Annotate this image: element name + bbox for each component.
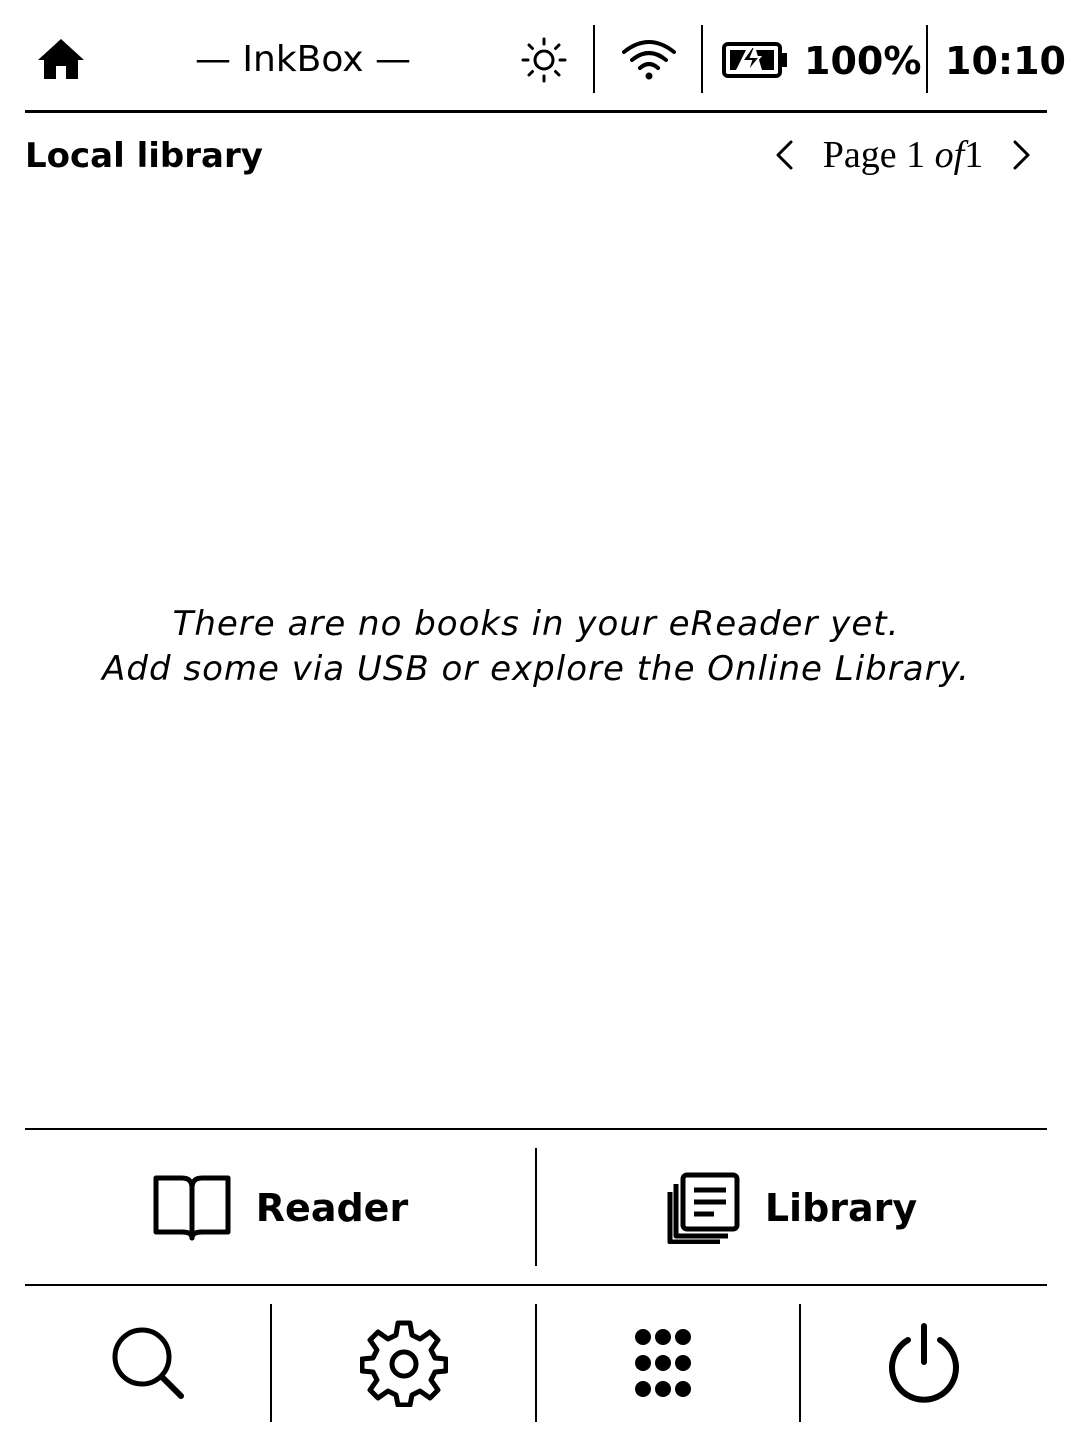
power-icon bbox=[889, 1323, 959, 1403]
current-page: 1 bbox=[906, 134, 926, 176]
status-bar: — InkBox — 100% 10:10 bbox=[0, 0, 1072, 113]
empty-message-line: Add some via USB or explore the Online L… bbox=[102, 649, 970, 689]
library-button[interactable]: Library bbox=[537, 1150, 1047, 1266]
battery-percent: 100% bbox=[804, 39, 922, 83]
empty-library-message: There are no books in your eReader yet. … bbox=[60, 602, 1012, 692]
settings-button[interactable] bbox=[272, 1304, 535, 1422]
apps-grid-icon bbox=[634, 1329, 691, 1397]
frontlight-button[interactable] bbox=[520, 36, 568, 84]
battery-charging-icon bbox=[722, 42, 788, 78]
status-divider bbox=[593, 25, 595, 93]
status-divider bbox=[926, 25, 928, 93]
home-icon bbox=[38, 39, 84, 79]
search-button[interactable] bbox=[25, 1304, 271, 1422]
sun-icon bbox=[521, 37, 567, 83]
main-nav-top-divider bbox=[25, 1128, 1047, 1130]
gear-icon bbox=[359, 1320, 448, 1407]
chevron-left-icon bbox=[776, 140, 793, 170]
apps-button[interactable] bbox=[537, 1304, 800, 1422]
search-icon bbox=[112, 1327, 184, 1399]
empty-message-line: There are no books in your eReader yet. bbox=[172, 604, 900, 644]
clock: 10:10 bbox=[945, 39, 1066, 83]
wifi-button[interactable] bbox=[620, 38, 678, 82]
reader-button[interactable]: Reader bbox=[25, 1150, 535, 1266]
library-button-label: Library bbox=[764, 1186, 918, 1230]
main-nav-bottom-divider bbox=[25, 1284, 1047, 1286]
chevron-right-icon bbox=[1013, 140, 1030, 170]
status-divider bbox=[701, 25, 703, 93]
power-button[interactable] bbox=[801, 1304, 1047, 1422]
of-word: of bbox=[934, 134, 965, 176]
wifi-icon bbox=[622, 40, 676, 80]
total-pages: 1 bbox=[964, 134, 984, 176]
library-stack-icon bbox=[667, 1172, 740, 1244]
open-book-icon bbox=[153, 1175, 231, 1241]
next-page-button[interactable] bbox=[1006, 138, 1036, 172]
reader-button-label: Reader bbox=[255, 1186, 409, 1230]
previous-page-button[interactable] bbox=[770, 138, 800, 172]
home-button[interactable] bbox=[36, 37, 86, 81]
page-word: Page bbox=[822, 134, 897, 176]
page-indicator: Page 1 of1 bbox=[812, 130, 994, 180]
page-title: Local library bbox=[25, 136, 263, 176]
app-title: — InkBox — bbox=[194, 39, 412, 80]
status-bar-divider bbox=[25, 110, 1047, 113]
